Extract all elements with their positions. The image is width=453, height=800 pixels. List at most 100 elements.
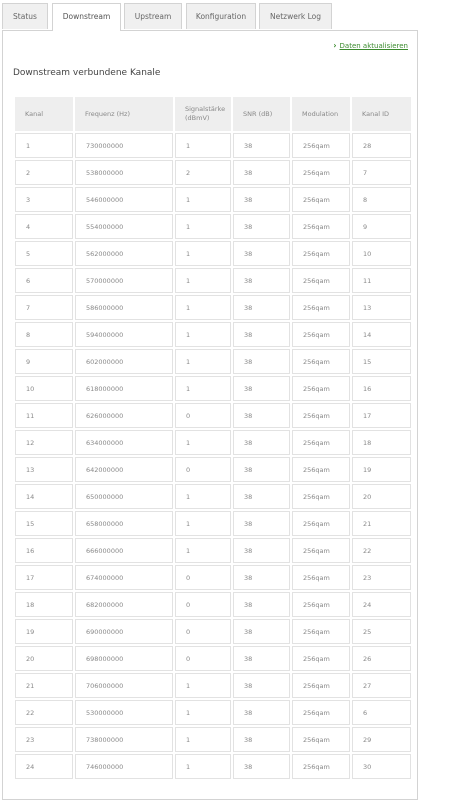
table-row: 4 554000000 1 38 256qam 9 xyxy=(15,214,411,239)
cell-modulation: 256qam xyxy=(292,646,350,671)
table-row: 19 690000000 0 38 256qam 25 xyxy=(15,619,411,644)
column-header-signal: Signalstärke (dBmV) xyxy=(175,97,231,131)
cell-modulation: 256qam xyxy=(292,700,350,725)
cell-snr: 38 xyxy=(233,565,290,590)
cell-signal: 1 xyxy=(175,511,231,536)
cell-frequenz: 666000000 xyxy=(75,538,173,563)
tab-downstream[interactable]: Downstream xyxy=(52,3,121,31)
cell-frequenz: 538000000 xyxy=(75,160,173,185)
cell-modulation: 256qam xyxy=(292,268,350,293)
cell-snr: 38 xyxy=(233,457,290,482)
cell-snr: 38 xyxy=(233,430,290,455)
table-header-row: Kanal Frequenz (Hz) Signalstärke (dBmV) S… xyxy=(15,97,411,131)
cell-kanal: 3 xyxy=(15,187,73,212)
tab-upstream[interactable]: Upstream xyxy=(124,3,182,29)
cell-frequenz: 706000000 xyxy=(75,673,173,698)
cell-modulation: 256qam xyxy=(292,187,350,212)
cell-frequenz: 746000000 xyxy=(75,754,173,779)
cell-kanal: 9 xyxy=(15,349,73,374)
cell-kanal-id: 11 xyxy=(352,268,411,293)
cell-modulation: 256qam xyxy=(292,754,350,779)
cell-snr: 38 xyxy=(233,268,290,293)
cell-kanal: 20 xyxy=(15,646,73,671)
cell-frequenz: 658000000 xyxy=(75,511,173,536)
cell-signal: 0 xyxy=(175,619,231,644)
cell-kanal-id: 22 xyxy=(352,538,411,563)
tab-konfiguration[interactable]: Konfiguration xyxy=(186,3,256,29)
cell-signal: 1 xyxy=(175,133,231,158)
cell-signal: 2 xyxy=(175,160,231,185)
cell-frequenz: 738000000 xyxy=(75,727,173,752)
cell-signal: 1 xyxy=(175,673,231,698)
refresh-link-label: Daten aktualisieren xyxy=(339,42,408,50)
cell-modulation: 256qam xyxy=(292,565,350,590)
cell-kanal-id: 14 xyxy=(352,322,411,347)
cell-signal: 1 xyxy=(175,349,231,374)
cell-kanal-id: 21 xyxy=(352,511,411,536)
cell-kanal: 6 xyxy=(15,268,73,293)
cell-kanal-id: 15 xyxy=(352,349,411,374)
cell-signal: 0 xyxy=(175,403,231,428)
column-header-kanal-id: Kanal ID xyxy=(352,97,411,131)
cell-modulation: 256qam xyxy=(292,349,350,374)
table-row: 12 634000000 1 38 256qam 18 xyxy=(15,430,411,455)
cell-modulation: 256qam xyxy=(292,241,350,266)
cell-frequenz: 626000000 xyxy=(75,403,173,428)
table-row: 21 706000000 1 38 256qam 27 xyxy=(15,673,411,698)
cell-frequenz: 530000000 xyxy=(75,700,173,725)
table-row: 18 682000000 0 38 256qam 24 xyxy=(15,592,411,617)
cell-signal: 1 xyxy=(175,430,231,455)
cell-signal: 1 xyxy=(175,727,231,752)
cell-modulation: 256qam xyxy=(292,457,350,482)
cell-kanal: 23 xyxy=(15,727,73,752)
cell-signal: 1 xyxy=(175,376,231,401)
cell-kanal: 10 xyxy=(15,376,73,401)
cell-snr: 38 xyxy=(233,133,290,158)
column-header-snr: SNR (dB) xyxy=(233,97,290,131)
table-row: 14 650000000 1 38 256qam 20 xyxy=(15,484,411,509)
tab-status[interactable]: Status xyxy=(2,3,48,29)
cell-frequenz: 634000000 xyxy=(75,430,173,455)
cell-kanal-id: 10 xyxy=(352,241,411,266)
cell-kanal: 17 xyxy=(15,565,73,590)
cell-modulation: 256qam xyxy=(292,160,350,185)
cell-snr: 38 xyxy=(233,538,290,563)
cell-frequenz: 554000000 xyxy=(75,214,173,239)
cell-frequenz: 698000000 xyxy=(75,646,173,671)
column-header-signal-line2: (dBmV) xyxy=(185,114,210,122)
cell-frequenz: 570000000 xyxy=(75,268,173,293)
downstream-panel: › Daten aktualisieren Downstream verbunde… xyxy=(2,30,418,800)
cell-kanal-id: 7 xyxy=(352,160,411,185)
cell-kanal: 14 xyxy=(15,484,73,509)
table-row: 3 546000000 1 38 256qam 8 xyxy=(15,187,411,212)
cell-kanal: 21 xyxy=(15,673,73,698)
cell-signal: 1 xyxy=(175,268,231,293)
tab-netzwerk-log[interactable]: Netzwerk Log xyxy=(259,3,332,29)
cell-kanal-id: 26 xyxy=(352,646,411,671)
cell-kanal-id: 6 xyxy=(352,700,411,725)
cell-frequenz: 650000000 xyxy=(75,484,173,509)
cell-kanal-id: 16 xyxy=(352,376,411,401)
cell-signal: 1 xyxy=(175,214,231,239)
refresh-link[interactable]: › Daten aktualisieren xyxy=(333,41,408,50)
chevron-right-icon: › xyxy=(333,41,337,50)
cell-kanal: 15 xyxy=(15,511,73,536)
cell-kanal: 5 xyxy=(15,241,73,266)
table-row: 8 594000000 1 38 256qam 14 xyxy=(15,322,411,347)
cell-signal: 1 xyxy=(175,700,231,725)
cell-signal: 0 xyxy=(175,457,231,482)
table-row: 9 602000000 1 38 256qam 15 xyxy=(15,349,411,374)
table-row: 15 658000000 1 38 256qam 21 xyxy=(15,511,411,536)
cell-kanal: 19 xyxy=(15,619,73,644)
cell-kanal: 22 xyxy=(15,700,73,725)
cell-snr: 38 xyxy=(233,295,290,320)
table-row: 6 570000000 1 38 256qam 11 xyxy=(15,268,411,293)
cell-kanal-id: 28 xyxy=(352,133,411,158)
cell-snr: 38 xyxy=(233,187,290,212)
cell-snr: 38 xyxy=(233,700,290,725)
cell-frequenz: 618000000 xyxy=(75,376,173,401)
column-header-frequenz: Frequenz (Hz) xyxy=(75,97,173,131)
cell-kanal-id: 30 xyxy=(352,754,411,779)
cell-snr: 38 xyxy=(233,511,290,536)
cell-frequenz: 642000000 xyxy=(75,457,173,482)
